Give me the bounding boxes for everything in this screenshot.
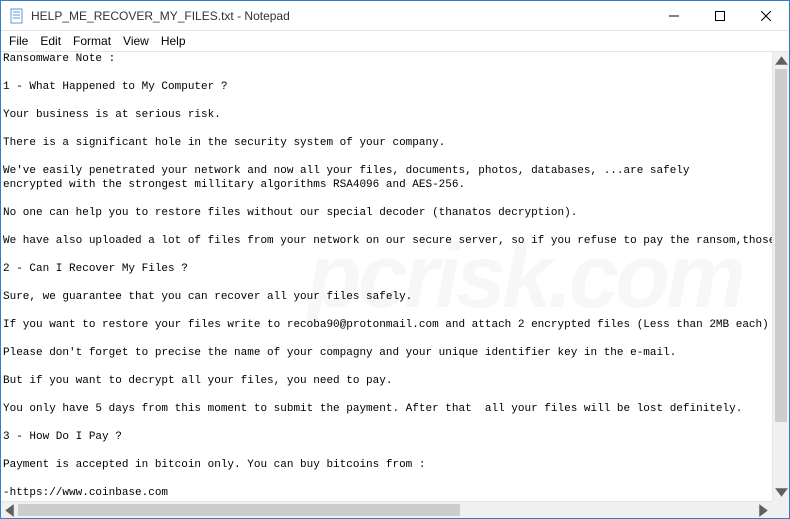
minimize-button[interactable] — [651, 1, 697, 30]
document-text: Ransomware Note : 1 - What Happened to M… — [3, 53, 772, 501]
menu-format[interactable]: Format — [67, 33, 117, 49]
horizontal-scroll-track[interactable] — [18, 502, 755, 518]
close-button[interactable] — [743, 1, 789, 30]
window-controls — [651, 1, 789, 30]
menu-view[interactable]: View — [117, 33, 155, 49]
horizontal-scroll-thumb[interactable] — [18, 504, 460, 516]
notepad-icon — [9, 8, 25, 24]
horizontal-scrollbar[interactable] — [1, 501, 772, 518]
vertical-scroll-thumb[interactable] — [775, 69, 787, 422]
vertical-scrollbar[interactable] — [772, 52, 789, 501]
menu-help[interactable]: Help — [155, 33, 192, 49]
maximize-button[interactable] — [697, 1, 743, 30]
watermark: pcrisk.com — [307, 270, 742, 284]
content-wrap: Ransomware Note : 1 - What Happened to M… — [1, 51, 789, 501]
menu-file[interactable]: File — [3, 33, 34, 49]
menubar: File Edit Format View Help — [1, 31, 789, 51]
bottom-row — [1, 501, 789, 518]
menu-edit[interactable]: Edit — [34, 33, 67, 49]
titlebar[interactable]: HELP_ME_RECOVER_MY_FILES.txt - Notepad — [1, 1, 789, 31]
window-title: HELP_ME_RECOVER_MY_FILES.txt - Notepad — [31, 9, 651, 23]
scroll-down-button[interactable] — [773, 484, 790, 501]
scrollbar-corner — [772, 501, 789, 518]
notepad-window: HELP_ME_RECOVER_MY_FILES.txt - Notepad F… — [0, 0, 790, 519]
vertical-scroll-track[interactable] — [773, 69, 789, 484]
scroll-right-button[interactable] — [755, 502, 772, 519]
scroll-left-button[interactable] — [1, 502, 18, 519]
scroll-up-button[interactable] — [773, 52, 790, 69]
text-area[interactable]: Ransomware Note : 1 - What Happened to M… — [1, 52, 772, 501]
